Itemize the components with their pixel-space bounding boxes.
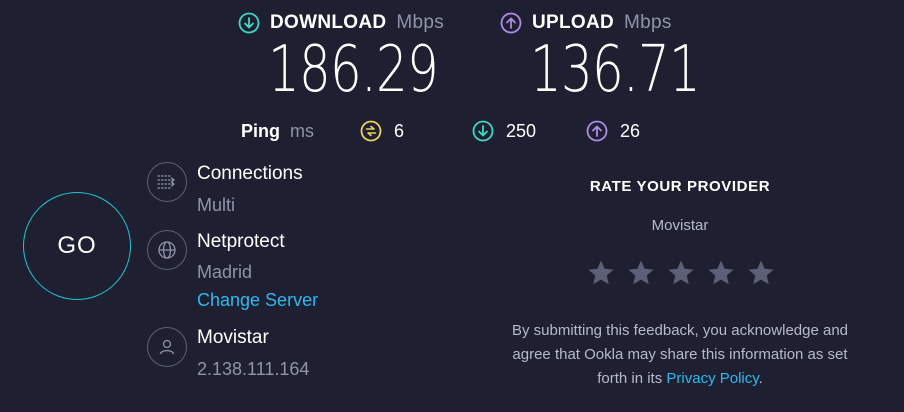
rating-stars: [586, 258, 776, 288]
upload-header: UPLOAD Mbps: [500, 12, 672, 34]
feedback-disclaimer: By submitting this feedback, you acknowl…: [470, 319, 890, 391]
change-server-link[interactable]: Change Server: [197, 290, 318, 311]
globe-icon: [158, 241, 176, 259]
provider-ip: 2.138.111.164: [197, 359, 310, 379]
download-label: DOWNLOAD: [270, 12, 387, 33]
server-title: Netprotect: [197, 231, 285, 252]
server-location: Madrid: [197, 262, 253, 282]
idle-latency-icon: [360, 120, 382, 142]
connections-title: Connections: [197, 163, 303, 184]
disclaimer-line-3-prefix: forth in its: [597, 370, 667, 387]
ping-unit: ms: [290, 121, 314, 141]
connections-icon-circle: [147, 162, 187, 202]
connections-value: Multi: [197, 195, 236, 215]
ping-upload: 26: [586, 120, 640, 142]
user-icon: [159, 339, 175, 355]
upload-unit: Mbps: [624, 12, 672, 33]
download-latency-icon: [472, 120, 494, 142]
ping-download-value: 250: [506, 120, 537, 141]
provider-icon-circle: [147, 327, 187, 367]
ping-upload-value: 26: [620, 120, 641, 141]
disclaimer-line-2: agree that Ookla may share this informat…: [512, 346, 848, 363]
upload-value: 136.71: [530, 33, 701, 107]
ping-idle-value: 6: [394, 120, 405, 141]
disclaimer-line-3: forth in its Privacy Policy.: [470, 367, 890, 391]
disclaimer-line-1: By submitting this feedback, you acknowl…: [511, 322, 849, 339]
upload-arrow-icon: [500, 12, 522, 34]
provider-title: Movistar: [197, 327, 269, 348]
upload-latency-icon: [586, 120, 608, 142]
star-icon-1[interactable]: [586, 258, 616, 288]
download-arrow-icon: [238, 12, 260, 34]
upload-label: UPLOAD: [532, 12, 615, 33]
star-icon-4[interactable]: [706, 258, 736, 288]
star-icon-5[interactable]: [746, 258, 776, 288]
star-icon-2[interactable]: [626, 258, 656, 288]
ping-idle: 6: [360, 120, 404, 142]
rate-provider-title: RATE YOUR PROVIDER: [589, 178, 771, 195]
ping-label: Ping: [241, 121, 280, 141]
connections-icon: [157, 175, 175, 189]
disclaimer-suffix: .: [758, 370, 763, 387]
download-value: 186.29: [268, 33, 439, 107]
download-unit: Mbps: [396, 12, 445, 33]
star-icon-3[interactable]: [666, 258, 696, 288]
ping-label-group: Ping ms: [241, 121, 314, 142]
go-button[interactable]: GO: [23, 192, 131, 300]
ping-download: 250: [472, 120, 536, 142]
privacy-policy-link[interactable]: Privacy Policy: [666, 370, 758, 387]
server-icon-circle: [147, 230, 187, 270]
download-header: DOWNLOAD Mbps: [238, 12, 444, 34]
rate-provider-name: Movistar: [651, 217, 709, 234]
